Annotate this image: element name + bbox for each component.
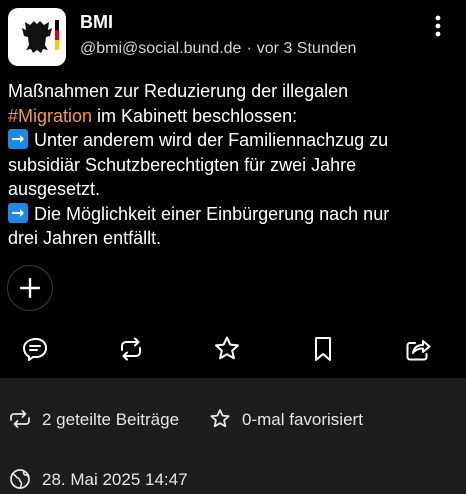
post-meta: @bmi@social.bund.de · vor 3 Stunden: [80, 40, 356, 58]
post-time[interactable]: vor 3 Stunden: [257, 40, 357, 57]
status-post: BMI @bmi@social.bund.de · vor 3 Stunden Ma…: [0, 0, 466, 378]
reply-button[interactable]: [20, 334, 50, 364]
boosts-count: 2 geteilte Beiträge: [42, 410, 180, 429]
favorite-button[interactable]: [212, 334, 242, 364]
plus-icon: [19, 277, 41, 299]
share-icon: [406, 340, 431, 361]
more-vertical-icon[interactable]: [428, 12, 448, 40]
federal-eagle-logo: [22, 20, 59, 53]
bookmark-icon: [315, 337, 331, 361]
post-date: 28. Mai 2025 14:47: [42, 470, 188, 489]
content-text: Unter anderem wird der Familiennachzug z…: [34, 130, 389, 150]
boost-icon: [121, 337, 141, 361]
boost-icon: [10, 410, 30, 428]
content-line: #Migration im Kabinett beschlossen:: [8, 104, 458, 129]
content-text: Die Möglichkeit einer Einbürgerung nach …: [34, 203, 390, 224]
star-icon: [215, 336, 239, 360]
meta-separator: ·: [246, 40, 252, 57]
author-name[interactable]: BMI: [80, 12, 113, 33]
star-icon: [210, 409, 230, 428]
boosts-count-link[interactable]: 2 geteilte Beiträge: [8, 408, 188, 430]
avatar[interactable]: [8, 8, 66, 66]
content-line: drei Jahren entfällt.: [8, 228, 162, 248]
add-reaction-button[interactable]: [7, 265, 53, 311]
share-button[interactable]: [403, 334, 433, 364]
boost-button[interactable]: [116, 334, 146, 364]
content-line: Unter anderem wird der Familiennachzug z…: [8, 128, 458, 153]
bookmark-button[interactable]: [308, 334, 338, 364]
content-line: ausgesetzt.: [8, 179, 101, 199]
right-arrow-emoji-icon: [8, 202, 28, 223]
globe-icon: [10, 469, 30, 489]
content-text: im Kabinett beschlossen:: [92, 105, 298, 126]
content-line: subsidiär Schutzberechtigten für zwei Ja…: [8, 154, 357, 175]
favorites-count: 0-mal favorisiert: [242, 410, 363, 429]
reply-icon: [23, 338, 47, 361]
hashtag-link[interactable]: #Migration: [8, 106, 92, 126]
content-line: Die Möglichkeit einer Einbürgerung nach …: [8, 202, 458, 227]
author-handle[interactable]: @bmi@social.bund.de: [80, 40, 241, 57]
content-line: Maßnahmen zur Reduzierung der illegalen: [8, 81, 349, 101]
right-arrow-emoji-icon: [8, 129, 28, 149]
favorites-count-link[interactable]: 0-mal favorisiert: [208, 408, 378, 430]
post-content: Maßnahmen zur Reduzierung der illegalen …: [8, 79, 458, 251]
post-details: 2 geteilte Beiträge 0-mal favorisiert 28…: [0, 378, 466, 494]
